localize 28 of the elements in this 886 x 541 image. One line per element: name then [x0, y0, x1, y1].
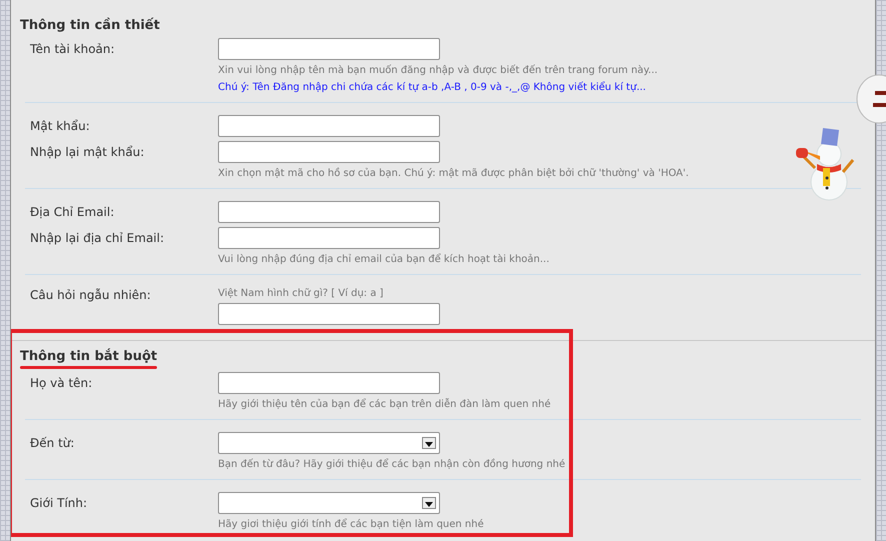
hint-text: Xin vui lòng nhập tên mà bạn muốn đăng nhập và được biết đến trên trang forum này... [218, 64, 658, 77]
field-label: Mật khẩu: [30, 118, 91, 134]
field-label: Địa Chỉ Email: [30, 204, 116, 220]
field-label: Đến từ: [30, 435, 76, 451]
hint-text: Bạn đến từ đâu? Hãy giới thiệu để các bạn nhận còn đồng hương nhé [218, 458, 566, 471]
dropdown-field[interactable] [218, 432, 440, 454]
hint-text: Hãy giới thiệu tên của bạn để các bạn trên diễn đàn làm quen nhé [218, 398, 551, 411]
field-label: Tên tài khoản: [30, 41, 116, 57]
text-field[interactable] [218, 141, 440, 163]
text-field[interactable] [218, 227, 440, 249]
field-label: Giới Tính: [30, 495, 88, 511]
hint-text: Vui lòng nhập đúng địa chỉ email của bạn để kích hoạt tài khoản... [218, 253, 550, 266]
hint-text: Xin chọn mật mã cho hồ sơ của bạn. Chú ý: mật mã được phân biệt bởi chữ 'thường' và 'HOA'. [218, 167, 689, 180]
field-label: Câu hỏi ngẫu nhiên: [30, 287, 152, 303]
note-text: Chú ý: Tên Đăng nhập chi chứa các kí tự a-b ,A-B , 0-9 và -,_,@ Không viết kiểu kí tự... [218, 81, 646, 94]
text-field[interactable] [218, 38, 440, 60]
text-field[interactable] [218, 303, 440, 325]
hint-text: Hãy giơi thiệu giới tính để các bạn tiện làm quen nhé [218, 518, 484, 531]
field-label: Nhập lại mật khẩu: [30, 144, 146, 160]
text-field[interactable] [218, 372, 440, 394]
dropdown-field[interactable] [218, 492, 440, 514]
text-field[interactable] [218, 201, 440, 223]
section-title: Thông tin cần thiết [20, 17, 160, 35]
question-text: Việt Nam hình chữ gì? [ Ví dụ: a ] [218, 287, 384, 300]
text-field[interactable] [218, 115, 440, 137]
field-label: Họ và tên: [30, 375, 94, 391]
section-title: Thông tin bắt buột [20, 348, 158, 366]
field-label: Nhập lại địa chỉ Email: [30, 230, 166, 246]
